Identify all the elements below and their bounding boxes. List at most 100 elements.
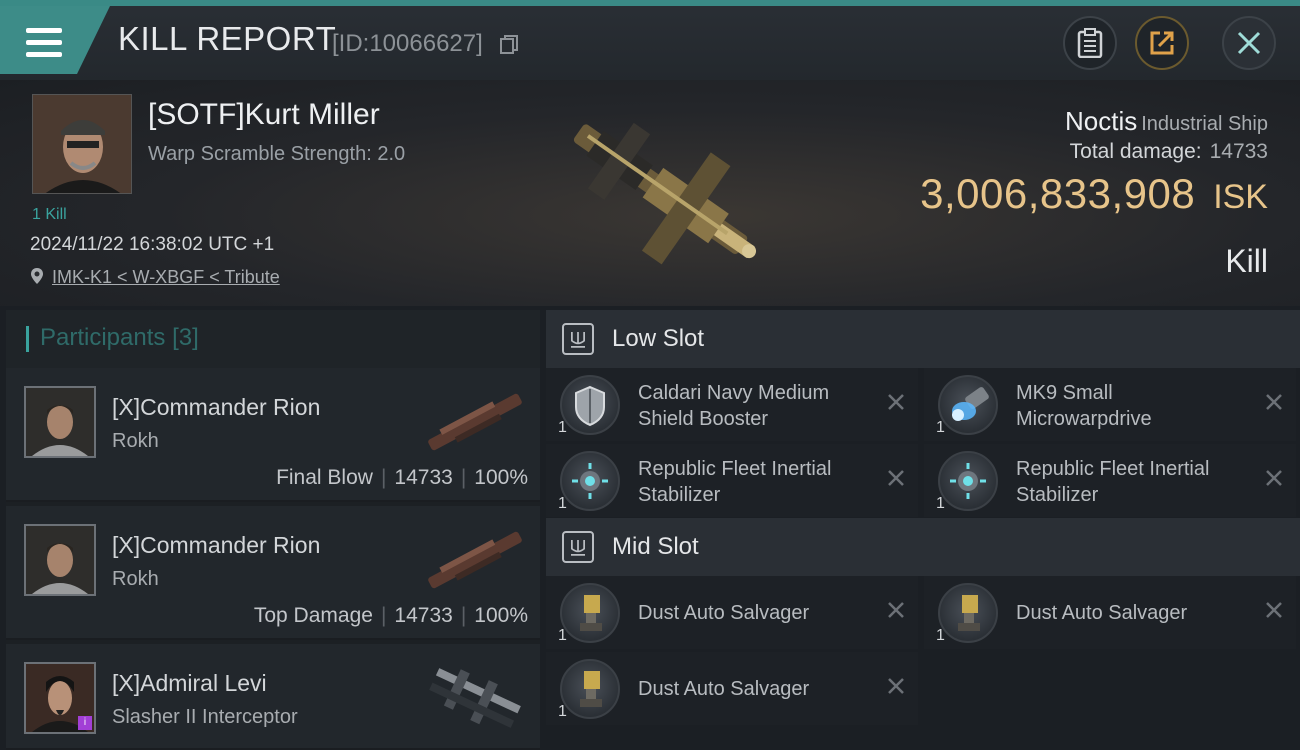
victim-avatar[interactable] xyxy=(32,94,132,194)
participant-stats: Final Blow | 14733 | 100% xyxy=(276,466,528,489)
participant-percent: 100% xyxy=(474,604,528,627)
participant-card[interactable]: i [X]Admiral Levi Slasher II Interceptor xyxy=(6,644,540,750)
participant-name[interactable]: [X]Commander Rion xyxy=(112,394,320,421)
module-name: Dust Auto Salvager xyxy=(638,678,810,700)
low-slot-header: Low Slot xyxy=(546,310,1300,368)
copy-icon[interactable] xyxy=(500,35,518,55)
participants-header: Participants [3] xyxy=(6,310,540,368)
module-name-line2: Shield Booster xyxy=(638,408,769,430)
participant-avatar[interactable]: i xyxy=(24,662,96,734)
remove-x-icon[interactable] xyxy=(1264,392,1284,412)
module-item[interactable]: 1 Dust Auto Salvager xyxy=(546,576,918,649)
microwarpdrive-icon xyxy=(938,375,998,435)
module-quantity: 1 xyxy=(558,703,567,720)
close-button[interactable] xyxy=(1222,16,1276,70)
module-quantity: 1 xyxy=(558,495,567,512)
low-slot-icon xyxy=(562,323,594,355)
inertial-stabilizer-icon xyxy=(560,451,620,511)
participants-title: Participants [3] xyxy=(40,324,199,352)
remove-x-icon[interactable] xyxy=(886,468,906,488)
kill-datetime: 2024/11/22 16:38:02 UTC +1 xyxy=(30,234,275,255)
module-quantity: 1 xyxy=(936,627,945,644)
victim-name[interactable]: [SOTF]Kurt Miller xyxy=(148,98,380,132)
header-bar: KILL REPORT [ID:10066627] xyxy=(0,0,1300,80)
remove-x-icon[interactable] xyxy=(886,392,906,412)
module-quantity: 1 xyxy=(936,495,945,512)
ship-class: Industrial Ship xyxy=(1141,113,1268,135)
module-item[interactable]: 1 Republic Fleet Inertial Stabilizer xyxy=(924,444,1296,517)
isk-value: 3,006,833,908 xyxy=(920,170,1196,217)
result-label: Kill xyxy=(1225,243,1268,279)
module-item[interactable]: 1 Republic Fleet Inertial Stabilizer xyxy=(546,444,918,517)
mid-slot-icon xyxy=(562,531,594,563)
clipboard-icon xyxy=(1077,28,1103,58)
isk-unit: ISK xyxy=(1213,178,1268,216)
module-quantity: 1 xyxy=(558,419,567,436)
warp-scramble-strength: Warp Scramble Strength: 2.0 xyxy=(148,143,406,165)
remove-x-icon[interactable] xyxy=(1264,600,1284,620)
remove-x-icon[interactable] xyxy=(1264,468,1284,488)
auto-salvager-icon xyxy=(938,583,998,643)
participant-card[interactable]: [X]Commander Rion Rokh Top Damage | 14733 |… xyxy=(6,506,540,640)
portrait-image xyxy=(33,95,131,193)
module-name-line1: Republic Fleet Inertial xyxy=(638,458,832,480)
module-name: Republic Fleet Inertial Stabilizer xyxy=(638,456,868,508)
module-name: Dust Auto Salvager xyxy=(1016,602,1188,624)
module-name-line1: Republic Fleet Inertial xyxy=(1016,458,1210,480)
inertial-stabilizer-icon xyxy=(938,451,998,511)
module-name-line2: Microwarpdrive xyxy=(1016,408,1152,430)
info-badge: i xyxy=(78,716,92,730)
close-icon xyxy=(1237,31,1261,55)
participant-damage: 14733 xyxy=(394,604,453,627)
page-title: KILL REPORT xyxy=(118,20,337,57)
participant-ship: Slasher II Interceptor xyxy=(112,706,298,728)
module-item[interactable]: 1 Dust Auto Salvager xyxy=(546,652,918,725)
module-name-line2: Stabilizer xyxy=(638,484,721,506)
ship-name[interactable]: Noctis xyxy=(1065,106,1137,136)
module-item[interactable]: 1 Caldari Navy Medium Shield Booster xyxy=(546,368,918,441)
rokh-ship-image[interactable] xyxy=(420,382,530,462)
report-id: [ID:10066627] xyxy=(332,30,483,57)
avatar-image xyxy=(26,388,94,456)
rokh-ship-image[interactable] xyxy=(420,520,530,600)
participant-stats: Top Damage | 14733 | 100% xyxy=(253,604,528,627)
participant-card[interactable]: [X]Commander Rion Rokh Final Blow | 14733 |… xyxy=(6,368,540,502)
total-damage-value: 14733 xyxy=(1209,140,1268,163)
auto-salvager-icon xyxy=(560,659,620,719)
header-accent-line xyxy=(0,0,1300,6)
avatar-image xyxy=(26,526,94,594)
participant-avatar[interactable] xyxy=(24,524,96,596)
location-link[interactable]: IMK-K1 < W-XBGF < Tribute xyxy=(52,267,280,287)
kill-count: 1 Kill xyxy=(32,206,67,223)
share-button[interactable] xyxy=(1135,16,1189,70)
menu-button[interactable] xyxy=(0,6,110,74)
module-item[interactable]: 1 Dust Auto Salvager xyxy=(924,576,1296,649)
auto-salvager-icon xyxy=(560,583,620,643)
slasher-ship-image[interactable] xyxy=(420,658,530,738)
noctis-ship-image[interactable] xyxy=(540,90,780,290)
module-name: Caldari Navy Medium Shield Booster xyxy=(638,380,868,432)
participant-avatar[interactable] xyxy=(24,386,96,458)
mid-slot-header: Mid Slot xyxy=(546,518,1300,576)
module-name-line1: Caldari Navy Medium xyxy=(638,382,830,404)
mid-slot-title: Mid Slot xyxy=(612,533,699,560)
total-damage: Total damage: 14733 xyxy=(1070,140,1268,164)
participants-panel: Participants [3] [X]Commander Rion Rokh … xyxy=(6,310,540,750)
participant-role: Final Blow xyxy=(276,466,373,489)
clipboard-button[interactable] xyxy=(1063,16,1117,70)
module-name: MK9 Small Microwarpdrive xyxy=(1016,380,1246,432)
module-name-line2: Stabilizer xyxy=(1016,484,1099,506)
kill-location[interactable]: IMK-K1 < W-XBGF < Tribute xyxy=(30,267,280,288)
remove-x-icon[interactable] xyxy=(886,676,906,696)
module-item[interactable]: 1 MK9 Small Microwarpdrive xyxy=(924,368,1296,441)
participant-ship: Rokh xyxy=(112,430,159,452)
participant-ship: Rokh xyxy=(112,568,159,590)
module-quantity: 1 xyxy=(936,419,945,436)
remove-x-icon[interactable] xyxy=(886,600,906,620)
participant-name[interactable]: [X]Admiral Levi xyxy=(112,670,267,697)
total-damage-label: Total damage: xyxy=(1069,140,1202,163)
participant-name[interactable]: [X]Commander Rion xyxy=(112,532,320,559)
participants-accent-bar xyxy=(26,326,29,352)
low-slot-title: Low Slot xyxy=(612,325,705,352)
module-name: Dust Auto Salvager xyxy=(638,602,810,624)
